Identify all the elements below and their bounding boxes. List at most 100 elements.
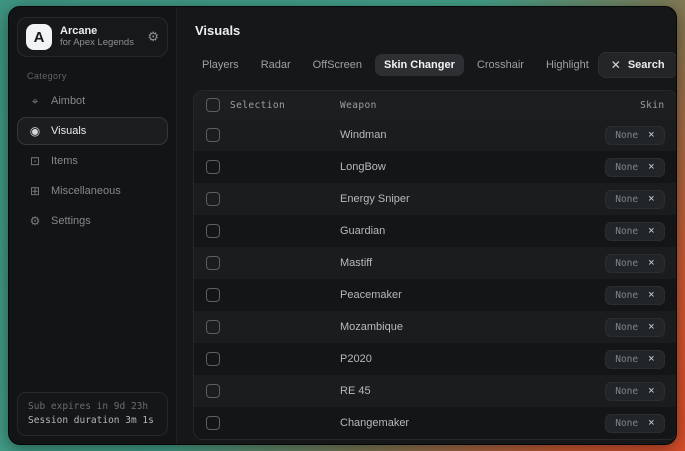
table-row: RE 45 None ×: [194, 375, 677, 407]
skin-badge[interactable]: None ×: [605, 222, 664, 241]
sidebar-item-miscellaneous[interactable]: ⊞ Miscellaneous: [17, 177, 168, 205]
sidebar-item-label: Aimbot: [51, 95, 85, 107]
session-duration-text: Session duration 3m 1s: [28, 414, 157, 428]
sidebar-item-aimbot[interactable]: ⌖ Aimbot: [17, 87, 168, 115]
skin-value: None: [615, 354, 638, 365]
table-row: Mastiff None ×: [194, 247, 677, 279]
skin-badge[interactable]: None ×: [605, 382, 664, 401]
clear-skin-icon[interactable]: ×: [648, 386, 654, 397]
row-checkbox[interactable]: [206, 320, 220, 334]
grid-icon: ⊞: [28, 184, 42, 198]
sidebar-item-label: Visuals: [51, 125, 86, 137]
skin-badge[interactable]: None ×: [605, 158, 664, 177]
skin-value: None: [615, 194, 638, 205]
skin-badge[interactable]: None ×: [605, 190, 664, 209]
skin-value: None: [615, 130, 638, 141]
crosshair-icon: ⌖: [28, 94, 42, 109]
sidebar: A Arcane for Apex Legends ⚙ Category ⌖ Ai…: [9, 7, 177, 444]
weapon-name: Guardian: [340, 225, 605, 237]
tab-bar: PlayersRadarOffScreenSkin ChangerCrossha…: [193, 54, 598, 76]
page-title: Visuals: [195, 23, 677, 38]
tab-offscreen[interactable]: OffScreen: [304, 54, 371, 76]
sidebar-item-items[interactable]: ⊡ Items: [17, 147, 168, 175]
gear-icon: ⚙: [28, 214, 42, 228]
weapon-name: Mozambique: [340, 321, 605, 333]
skin-badge[interactable]: None ×: [605, 350, 664, 369]
clear-skin-icon[interactable]: ×: [648, 258, 654, 269]
clear-skin-icon[interactable]: ×: [648, 130, 654, 141]
sidebar-item-label: Items: [51, 155, 78, 167]
weapon-name: Changemaker: [340, 417, 605, 429]
skin-value: None: [615, 386, 638, 397]
skin-badge[interactable]: None ×: [605, 254, 664, 273]
row-checkbox[interactable]: [206, 416, 220, 430]
weapon-name: Mastiff: [340, 257, 605, 269]
weapon-name: Peacemaker: [340, 289, 605, 301]
column-header-skin: Skin: [640, 100, 664, 111]
tab-players[interactable]: Players: [193, 54, 248, 76]
skin-badge[interactable]: None ×: [605, 286, 664, 305]
tab-skin-changer[interactable]: Skin Changer: [375, 54, 464, 76]
table-header-row: Selection Weapon Skin: [194, 91, 677, 119]
sidebar-item-visuals[interactable]: ◉ Visuals: [17, 117, 168, 145]
skin-value: None: [615, 290, 638, 301]
category-label: Category: [27, 71, 172, 81]
table-row: Peacemaker None ×: [194, 279, 677, 311]
clear-skin-icon[interactable]: ×: [648, 354, 654, 365]
weapon-name: Energy Sniper: [340, 193, 605, 205]
tab-row: PlayersRadarOffScreenSkin ChangerCrossha…: [193, 52, 677, 78]
skin-badge[interactable]: None ×: [605, 318, 664, 337]
eye-icon: ◉: [28, 124, 42, 138]
gear-icon[interactable]: ⚙: [147, 29, 159, 45]
sidebar-item-label: Settings: [51, 215, 91, 227]
main-panel: Visuals PlayersRadarOffScreenSkin Change…: [177, 7, 677, 444]
clear-skin-icon[interactable]: ×: [648, 194, 654, 205]
row-checkbox[interactable]: [206, 256, 220, 270]
clear-skin-icon[interactable]: ×: [648, 290, 654, 301]
clear-skin-icon[interactable]: ×: [648, 418, 654, 429]
clear-skin-icon[interactable]: ×: [648, 322, 654, 333]
cube-icon: ⊡: [28, 154, 42, 168]
brand-text: Arcane for Apex Legends: [60, 25, 139, 49]
clear-skin-icon[interactable]: ×: [648, 162, 654, 173]
row-checkbox[interactable]: [206, 384, 220, 398]
row-checkbox[interactable]: [206, 288, 220, 302]
skin-value: None: [615, 322, 638, 333]
skin-value: None: [615, 162, 638, 173]
search-button[interactable]: ✕ Search: [598, 52, 677, 78]
table-row: Mozambique None ×: [194, 311, 677, 343]
clear-skin-icon[interactable]: ×: [648, 226, 654, 237]
row-checkbox[interactable]: [206, 192, 220, 206]
skin-table: Selection Weapon Skin Windman None × Lon…: [193, 90, 677, 440]
skin-badge[interactable]: None ×: [605, 414, 664, 433]
tab-crosshair[interactable]: Crosshair: [468, 54, 533, 76]
weapon-name: P2020: [340, 353, 605, 365]
row-checkbox[interactable]: [206, 352, 220, 366]
tab-highlight[interactable]: Highlight: [537, 54, 598, 76]
sub-expires-text: Sub expires in 9d 23h: [28, 400, 157, 414]
weapon-name: LongBow: [340, 161, 605, 173]
app-window: A Arcane for Apex Legends ⚙ Category ⌖ Ai…: [8, 6, 677, 445]
table-row: P2020 None ×: [194, 343, 677, 375]
brand-card: A Arcane for Apex Legends ⚙: [17, 17, 168, 57]
row-checkbox[interactable]: [206, 224, 220, 238]
sidebar-nav: ⌖ Aimbot ◉ Visuals ⊡ Items ⊞ Miscellaneous ⚙ Sett…: [13, 87, 172, 235]
search-button-label: Search: [628, 59, 665, 71]
weapon-name: RE 45: [340, 385, 605, 397]
skin-value: None: [615, 226, 638, 237]
tab-radar[interactable]: Radar: [252, 54, 300, 76]
sidebar-item-settings[interactable]: ⚙ Settings: [17, 207, 168, 235]
table-row: Guardian None ×: [194, 215, 677, 247]
row-checkbox[interactable]: [206, 128, 220, 142]
table-row: LongBow None ×: [194, 151, 677, 183]
sidebar-item-label: Miscellaneous: [51, 185, 121, 197]
app-title: Arcane: [60, 25, 139, 38]
column-header-weapon: Weapon: [340, 100, 640, 111]
x-icon: ✕: [611, 58, 621, 72]
select-all-checkbox[interactable]: [206, 98, 220, 112]
skin-badge[interactable]: None ×: [605, 126, 664, 145]
table-row: Changemaker None ×: [194, 407, 677, 439]
row-checkbox[interactable]: [206, 160, 220, 174]
app-logo: A: [26, 24, 52, 50]
table-row: Energy Sniper None ×: [194, 183, 677, 215]
